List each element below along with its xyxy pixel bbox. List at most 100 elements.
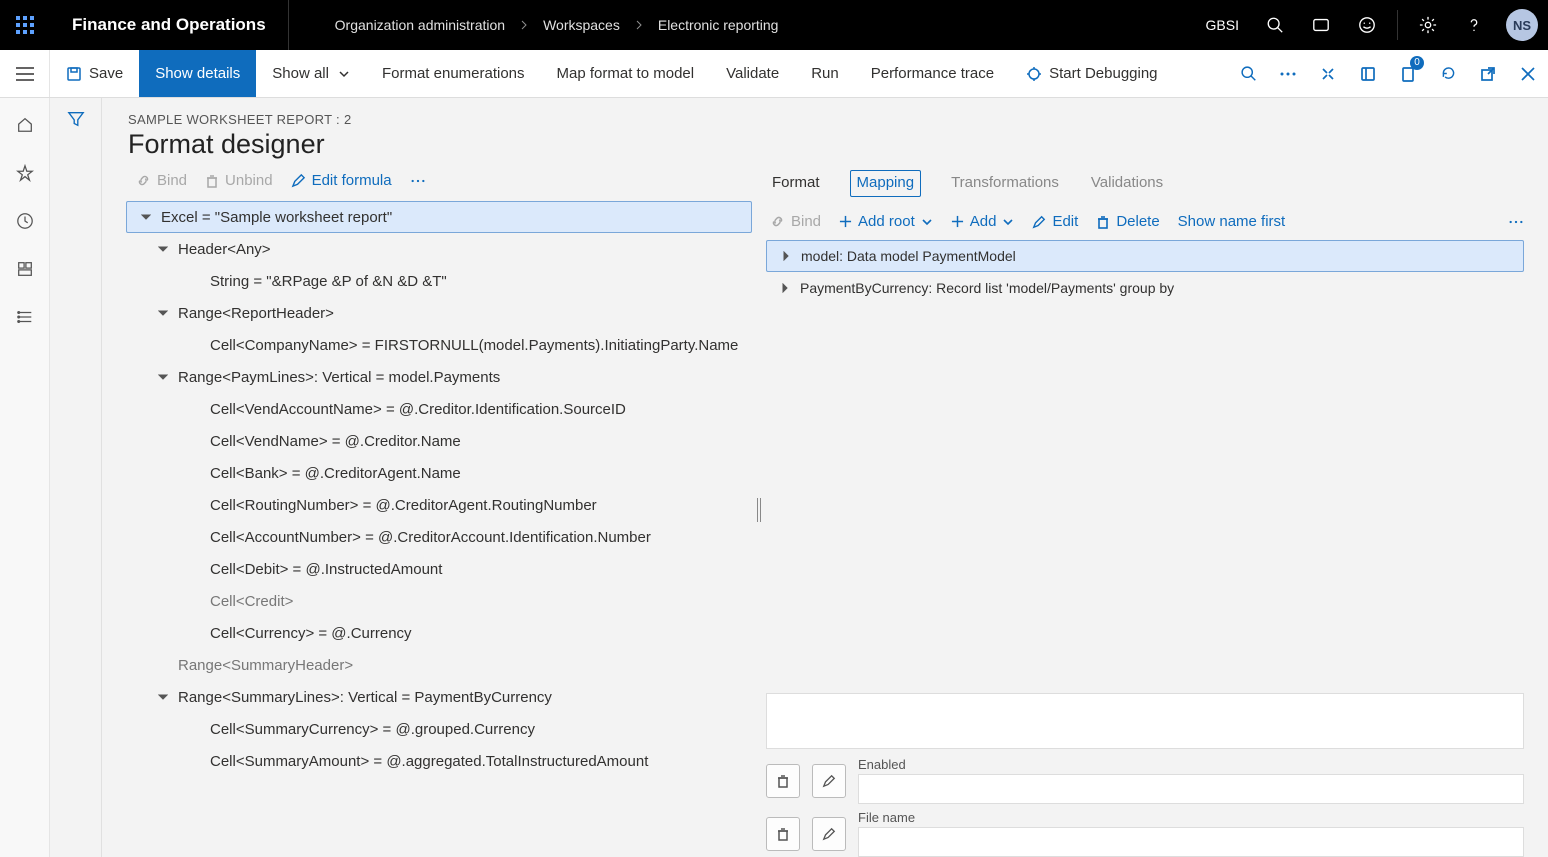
- attachments-badge: 0: [1410, 56, 1424, 70]
- filter-icon[interactable]: [67, 110, 85, 857]
- tree-node[interactable]: Cell<VendName> = @.Creditor.Name: [126, 425, 752, 457]
- filename-input[interactable]: [858, 827, 1524, 857]
- more-icon[interactable]: [410, 178, 426, 184]
- tab-transformations[interactable]: Transformations: [949, 170, 1061, 197]
- home-icon[interactable]: [0, 108, 50, 142]
- toolbar-search-icon[interactable]: [1228, 50, 1268, 97]
- tree-node[interactable]: Cell<CompanyName> = FIRSTORNULL(model.Pa…: [126, 329, 752, 361]
- clear-button[interactable]: [766, 764, 800, 798]
- tree-node[interactable]: String = "&RPage &P of &N &D &T": [126, 265, 752, 297]
- tab-validations[interactable]: Validations: [1089, 170, 1165, 197]
- breadcrumb-item[interactable]: Organization administration: [335, 17, 505, 33]
- expand-icon[interactable]: [778, 281, 792, 295]
- messages-icon[interactable]: [1301, 0, 1341, 50]
- tree-node[interactable]: Cell<SummaryAmount> = @.aggregated.Total…: [126, 745, 752, 777]
- save-label: Save: [89, 65, 123, 82]
- filter-column: [50, 98, 102, 857]
- workspaces-icon[interactable]: [0, 252, 50, 286]
- show-all-button[interactable]: Show all: [256, 50, 366, 97]
- page-suptitle: SAMPLE WORKSHEET REPORT :: [128, 112, 340, 127]
- add-button[interactable]: Add: [951, 213, 1015, 230]
- validate-button[interactable]: Validate: [710, 50, 795, 97]
- collapse-icon[interactable]: [156, 242, 170, 256]
- pane-splitter[interactable]: [752, 162, 766, 857]
- company-code[interactable]: GBSI: [1206, 17, 1239, 33]
- tree-node[interactable]: Cell<Currency> = @.Currency: [126, 617, 752, 649]
- link-icon: [770, 214, 785, 229]
- collapse-icon[interactable]: [156, 370, 170, 384]
- edit-formula-button[interactable]: Edit formula: [291, 172, 392, 189]
- attachments-icon[interactable]: 0: [1388, 50, 1428, 97]
- tree-node[interactable]: Excel = "Sample worksheet report": [126, 201, 752, 233]
- format-tree[interactable]: Excel = "Sample worksheet report" Header…: [126, 201, 752, 857]
- modules-icon[interactable]: [0, 300, 50, 334]
- connector-icon[interactable]: [1308, 50, 1348, 97]
- save-icon: [66, 66, 82, 82]
- chevron-down-icon: [1002, 216, 1014, 228]
- tree-node[interactable]: Header<Any>: [126, 233, 752, 265]
- tree-node[interactable]: Cell<Debit> = @.InstructedAmount: [126, 553, 752, 585]
- nav-toggle-icon[interactable]: [0, 50, 50, 97]
- trash-icon: [776, 827, 790, 841]
- office-addins-icon[interactable]: [1348, 50, 1388, 97]
- favorites-star-icon[interactable]: [0, 156, 50, 190]
- add-root-button[interactable]: Add root: [839, 213, 933, 230]
- delete-button[interactable]: Delete: [1096, 213, 1159, 230]
- enabled-input[interactable]: [858, 774, 1524, 804]
- tree-node[interactable]: Cell<SummaryCurrency> = @.grouped.Curren…: [126, 713, 752, 745]
- bind-button[interactable]: Bind: [770, 213, 821, 230]
- collapse-icon[interactable]: [156, 306, 170, 320]
- bind-button[interactable]: Bind: [136, 172, 187, 189]
- settings-gear-icon[interactable]: [1408, 0, 1448, 50]
- unbind-button[interactable]: Unbind: [205, 172, 273, 189]
- expand-icon[interactable]: [779, 249, 793, 263]
- more-ellipsis-icon[interactable]: [1268, 50, 1308, 97]
- recent-clock-icon[interactable]: [0, 204, 50, 238]
- tree-node[interactable]: Cell<Bank> = @.CreditorAgent.Name: [126, 457, 752, 489]
- chevron-down-icon: [921, 216, 933, 228]
- plus-icon: [951, 215, 964, 228]
- search-icon[interactable]: [1255, 0, 1295, 50]
- refresh-icon[interactable]: [1428, 50, 1468, 97]
- edit-button[interactable]: [812, 764, 846, 798]
- clear-button[interactable]: [766, 817, 800, 851]
- performance-trace-button[interactable]: Performance trace: [855, 50, 1010, 97]
- left-rail: [0, 98, 50, 857]
- edit-button[interactable]: [812, 817, 846, 851]
- tree-node[interactable]: Range<SummaryHeader>: [126, 649, 752, 681]
- tab-mapping[interactable]: Mapping: [850, 170, 922, 197]
- save-button[interactable]: Save: [50, 50, 139, 97]
- show-details-button[interactable]: Show details: [139, 50, 256, 97]
- popout-icon[interactable]: [1468, 50, 1508, 97]
- close-icon[interactable]: [1508, 50, 1548, 97]
- tree-node[interactable]: Range<SummaryLines>: Vertical = PaymentB…: [126, 681, 752, 713]
- tab-format[interactable]: Format: [770, 170, 822, 197]
- collapse-icon[interactable]: [156, 690, 170, 704]
- page-title: Format designer: [128, 129, 1522, 160]
- help-icon[interactable]: [1454, 0, 1494, 50]
- trash-icon: [1096, 215, 1110, 229]
- mapping-node[interactable]: model: Data model PaymentModel: [766, 240, 1524, 272]
- tree-node[interactable]: Range<ReportHeader>: [126, 297, 752, 329]
- feedback-smile-icon[interactable]: [1347, 0, 1387, 50]
- mapping-node[interactable]: PaymentByCurrency: Record list 'model/Pa…: [766, 272, 1524, 304]
- breadcrumb-item[interactable]: Electronic reporting: [658, 17, 779, 33]
- more-icon[interactable]: [1508, 219, 1524, 225]
- tree-node[interactable]: Range<PaymLines>: Vertical = model.Payme…: [126, 361, 752, 393]
- collapse-icon[interactable]: [139, 210, 153, 224]
- tree-node[interactable]: Cell<AccountNumber> = @.CreditorAccount.…: [126, 521, 752, 553]
- run-button[interactable]: Run: [795, 50, 855, 97]
- edit-button[interactable]: Edit: [1032, 213, 1078, 230]
- app-launcher-icon[interactable]: [0, 0, 50, 50]
- show-name-first-button[interactable]: Show name first: [1178, 213, 1286, 230]
- avatar[interactable]: NS: [1506, 9, 1538, 41]
- tree-node[interactable]: Cell<VendAccountName> = @.Creditor.Ident…: [126, 393, 752, 425]
- expression-field[interactable]: [766, 693, 1524, 749]
- start-debugging-button[interactable]: Start Debugging: [1010, 50, 1173, 97]
- map-format-to-model-button[interactable]: Map format to model: [541, 50, 711, 97]
- tree-node[interactable]: Cell<Credit>: [126, 585, 752, 617]
- breadcrumb-item[interactable]: Workspaces: [543, 17, 620, 33]
- tree-node[interactable]: Cell<RoutingNumber> = @.CreditorAgent.Ro…: [126, 489, 752, 521]
- mapping-tree[interactable]: model: Data model PaymentModel PaymentBy…: [766, 240, 1524, 304]
- format-enumerations-button[interactable]: Format enumerations: [366, 50, 541, 97]
